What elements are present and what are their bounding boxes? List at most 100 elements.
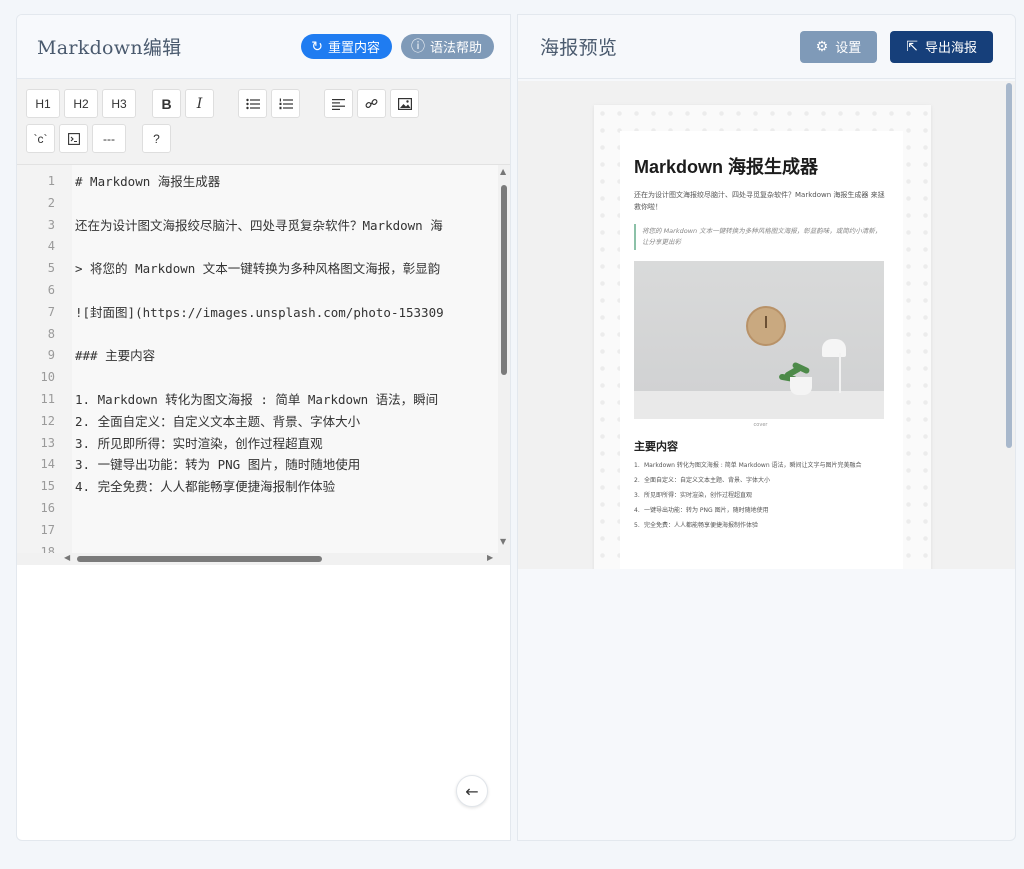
line-text: 还在为设计图文海报绞尽脑汁、四处寻觅复杂软件？Markdown 海 (75, 217, 443, 233)
poster-feature-item: 1. Markdown 转化为图文海报 : 简单 Markdown 语法，瞬间让文… (634, 462, 862, 469)
line-number: 16 (40, 501, 55, 515)
poster-feature-item: 4. 一键导出功能：转为 PNG 图片，随时随地使用 (634, 507, 769, 514)
poster-feature-text: 全面自定义：自定义文本主题、背景、字体大小 (644, 477, 771, 484)
line-text: 1. Markdown 转化为图文海报 : 简单 Markdown 语法，瞬间 (75, 392, 439, 407)
editor-line[interactable]: 2 (17, 193, 510, 214)
image-icon (397, 97, 412, 110)
align-left-button[interactable] (324, 89, 353, 118)
poster-preview-area: Markdown 海报生成器 还在为设计图文海报绞尽脑汁、四处寻觅复杂软件？Ma… (518, 81, 1015, 569)
line-number: 2 (47, 195, 55, 210)
poster: Markdown 海报生成器 还在为设计图文海报绞尽脑汁、四处寻觅复杂软件？Ma… (594, 105, 931, 569)
line-text: 4. 完全免费：人人都能畅享便捷海报制作体验 (75, 479, 336, 495)
syntax-help-label: 语法帮助 (429, 41, 482, 56)
scroll-down-icon[interactable]: ▼ (500, 537, 506, 546)
editor-line[interactable]: 9 ### 主要内容 (17, 345, 510, 366)
scroll-up-icon[interactable]: ▲ (500, 167, 506, 176)
line-text: ### 主要内容 (75, 348, 156, 364)
terminal-icon (67, 132, 80, 145)
editor-line[interactable]: 4 (17, 236, 510, 257)
gear-icon: ⚙ (815, 38, 829, 55)
editor-line[interactable]: 10 (17, 367, 510, 388)
arrow-left-icon: ← (465, 781, 479, 801)
line-number: 5 (47, 261, 55, 276)
editor-line[interactable]: 14 3. 一键导出功能：转为 PNG 图片，随时随地使用 (17, 454, 510, 475)
line-number: 13 (40, 435, 55, 450)
line-number: 15 (40, 479, 55, 494)
editor-line[interactable]: 16 (17, 498, 510, 519)
markdown-help-button[interactable]: ? (142, 124, 171, 153)
question-circle-icon: ⓘ (410, 38, 425, 55)
unordered-list-button[interactable] (238, 89, 267, 118)
editor-line[interactable]: 7 ![封面图](https://images.unsplash.com/phot… (17, 302, 510, 323)
preview-header: 海报预览 ⚙ 设置 ⇱ 导出海报 (518, 15, 1015, 79)
line-number: 8 (47, 326, 55, 341)
editor-line[interactable]: 17 (17, 520, 510, 541)
line-text: # Markdown 海报生成器 (75, 174, 221, 189)
editor-line[interactable]: 12 2. 全面自定义：自定义文本主题、背景、字体大小 (17, 411, 510, 432)
bold-button[interactable]: B (152, 89, 181, 118)
editor-line[interactable]: 1 # Markdown 海报生成器 (17, 171, 510, 192)
syntax-help-button[interactable]: ⓘ 语法帮助 (400, 34, 494, 59)
scroll-right-icon[interactable]: ▶ (487, 553, 493, 562)
poster-quote: 将您的 Markdown 文本一键转换为多种风格图文海报，彰显韵味，或简约小清新… (634, 224, 887, 250)
poster-section-heading: 主要内容 (634, 440, 678, 453)
scroll-left-icon[interactable]: ◀ (64, 553, 70, 562)
collapse-editor-button[interactable]: ← (456, 775, 488, 807)
export-icon: ⇱ (906, 38, 918, 55)
editor-header: Markdown编辑 ↻ 重置内容 ⓘ 语法帮助 (17, 15, 510, 79)
heading2-button[interactable]: H2 (64, 89, 98, 118)
clock-illustration (746, 306, 786, 346)
line-number: 11 (40, 392, 55, 406)
editor-horizontal-scrollbar[interactable]: ◀ ▶ (17, 553, 510, 565)
line-number: 4 (47, 239, 55, 254)
editor-line[interactable]: 5 > 将您的 Markdown 文本一键转换为多种风格图文海报，彰显韵 (17, 258, 510, 279)
export-poster-button[interactable]: ⇱ 导出海报 (890, 30, 993, 63)
horizontal-rule-button[interactable]: --- (92, 124, 126, 153)
poster-intro: 还在为设计图文海报绞尽脑汁、四处寻觅复杂软件？Markdown 海报生成器 来拯… (634, 191, 885, 211)
heading1-button[interactable]: H1 (26, 89, 60, 118)
code-block-button[interactable] (59, 124, 88, 153)
line-number: 10 (40, 370, 55, 385)
line-number: 17 (40, 522, 55, 537)
line-number: 12 (40, 413, 55, 428)
poster-feature-list: 1. Markdown 转化为图文海报 : 简单 Markdown 语法，瞬间让文… (634, 461, 887, 530)
reset-content-label: 重置内容 (327, 41, 380, 56)
editor-line[interactable]: 15 4. 完全免费：人人都能畅享便捷海报制作体验 (17, 476, 510, 497)
poster-feature-item: 5. 完全免费：人人都能畅享便捷海报制作体验 (634, 522, 759, 529)
preview-vertical-scrollbar[interactable] (1005, 83, 1013, 567)
poster-feature-item: 3. 所见即所得：实时渲染，创作过程超直观 (634, 492, 753, 499)
reset-content-button[interactable]: ↻ 重置内容 (301, 34, 392, 59)
lamp-illustration (822, 339, 846, 357)
poster-title: Markdown 海报生成器 (634, 157, 819, 177)
editor-line[interactable]: 8 (17, 324, 510, 345)
poster-feature-text: 一键导出功能：转为 PNG 图片，随时随地使用 (644, 507, 769, 514)
markdown-editor[interactable]: 1 # Markdown 海报生成器 2 3 还在为设计图文海报绞尽脑汁、四处寻觅复杂软… (17, 165, 510, 565)
editor-vertical-scroll-thumb[interactable] (501, 185, 507, 375)
editor-title: Markdown编辑 (37, 37, 182, 59)
image-button[interactable] (390, 89, 419, 118)
line-number: 1 (47, 174, 55, 188)
poster-image-caption: cover (753, 422, 768, 428)
preview-title: 海报预览 (540, 37, 618, 59)
preview-scroll-thumb[interactable] (1006, 83, 1012, 448)
ordered-list-button[interactable] (271, 89, 300, 118)
settings-label: 设置 (835, 41, 862, 56)
line-number: 9 (47, 348, 55, 363)
settings-button[interactable]: ⚙ 设置 (799, 30, 878, 63)
link-button[interactable] (357, 89, 386, 118)
italic-button[interactable]: I (185, 89, 214, 118)
preview-panel: 海报预览 ⚙ 设置 ⇱ 导出海报 Markdown 海报生成器 还在为设计图文海… (517, 14, 1016, 841)
align-left-icon (332, 98, 345, 110)
editor-line[interactable]: 11 1. Markdown 转化为图文海报 : 简单 Markdown 语法，瞬… (17, 389, 510, 410)
poster-feature-text: 完全免费：人人都能畅享便捷海报制作体验 (644, 522, 759, 529)
poster-feature-item: 2. 全面自定义：自定义文本主题、背景、字体大小 (634, 477, 771, 484)
inline-code-button[interactable]: `c` (26, 124, 55, 153)
editor-line[interactable]: 3 还在为设计图文海报绞尽脑汁、四处寻觅复杂软件？Markdown 海 (17, 215, 510, 236)
editor-line[interactable]: 6 (17, 280, 510, 301)
heading3-button[interactable]: H3 (102, 89, 136, 118)
line-number: 3 (47, 217, 55, 232)
editor-line[interactable]: 13 3. 所见即所得：实时渲染，创作过程超直观 (17, 433, 510, 454)
line-text: 3. 所见即所得：实时渲染，创作过程超直观 (75, 435, 323, 451)
editor-vertical-scrollbar[interactable]: ▲ ▼ (498, 165, 510, 553)
editor-horizontal-scroll-thumb[interactable] (77, 556, 322, 562)
